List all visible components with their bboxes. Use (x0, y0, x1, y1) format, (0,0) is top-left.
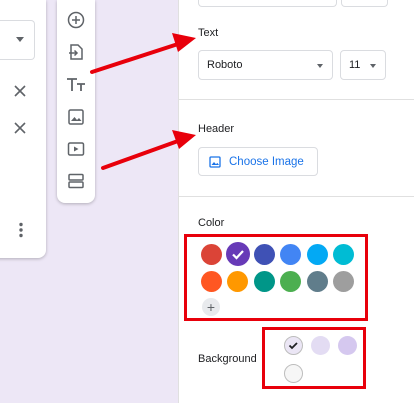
check-icon (231, 250, 244, 260)
add-title-icon[interactable] (64, 73, 88, 97)
check-icon (288, 341, 298, 349)
header-section-label: Header (198, 123, 235, 135)
background-swatch[interactable] (337, 335, 357, 355)
add-question-icon[interactable] (64, 8, 88, 32)
color-swatch[interactable] (253, 243, 275, 265)
plus-icon[interactable]: + (202, 298, 220, 316)
background-swatch-selected[interactable] (283, 335, 303, 355)
color-swatch[interactable] (227, 270, 248, 292)
color-swatch[interactable] (280, 243, 301, 265)
text-font-value: Roboto (207, 59, 243, 71)
color-swatch[interactable] (306, 243, 328, 265)
image-icon (209, 155, 221, 168)
theme-options-panel: Text Roboto 11 Header Choose Image Color… (178, 0, 414, 403)
caret-down-icon (16, 37, 24, 42)
text-font-select[interactable]: Roboto (198, 50, 333, 80)
color-swatch[interactable] (200, 270, 222, 292)
divider (179, 196, 414, 197)
color-swatch[interactable] (306, 270, 328, 292)
color-swatch[interactable] (280, 270, 301, 292)
color-section-label: Color (198, 217, 225, 229)
close-icon[interactable] (13, 121, 27, 135)
divider (179, 99, 414, 100)
color-swatch[interactable] (253, 270, 275, 292)
question-card (0, 0, 46, 258)
caret-down-icon (370, 64, 376, 68)
more-vert-icon[interactable] (19, 222, 23, 238)
color-swatch-selected[interactable] (225, 242, 250, 266)
add-section-icon[interactable] (64, 169, 88, 193)
text-size-value: 11 (349, 59, 361, 71)
background-swatch[interactable] (283, 363, 303, 383)
import-questions-icon[interactable] (64, 40, 88, 64)
question-type-dropdown[interactable] (0, 20, 35, 60)
caret-down-icon (317, 64, 323, 68)
color-swatch[interactable] (200, 243, 222, 265)
header-size-select[interactable] (341, 0, 388, 7)
choose-image-button[interactable]: Choose Image (198, 147, 318, 176)
floating-toolbar (57, 0, 95, 203)
color-swatch[interactable] (333, 243, 354, 265)
background-swatch[interactable] (310, 335, 330, 355)
add-image-icon[interactable] (64, 105, 88, 129)
choose-image-label: Choose Image (229, 155, 304, 168)
header-font-select[interactable] (198, 0, 337, 7)
add-video-icon[interactable] (64, 137, 88, 161)
color-swatch[interactable] (333, 270, 354, 292)
text-section-label: Text (198, 27, 219, 39)
close-icon[interactable] (13, 84, 27, 98)
text-size-select[interactable]: 11 (340, 50, 386, 80)
background-section-label: Background (198, 353, 257, 365)
